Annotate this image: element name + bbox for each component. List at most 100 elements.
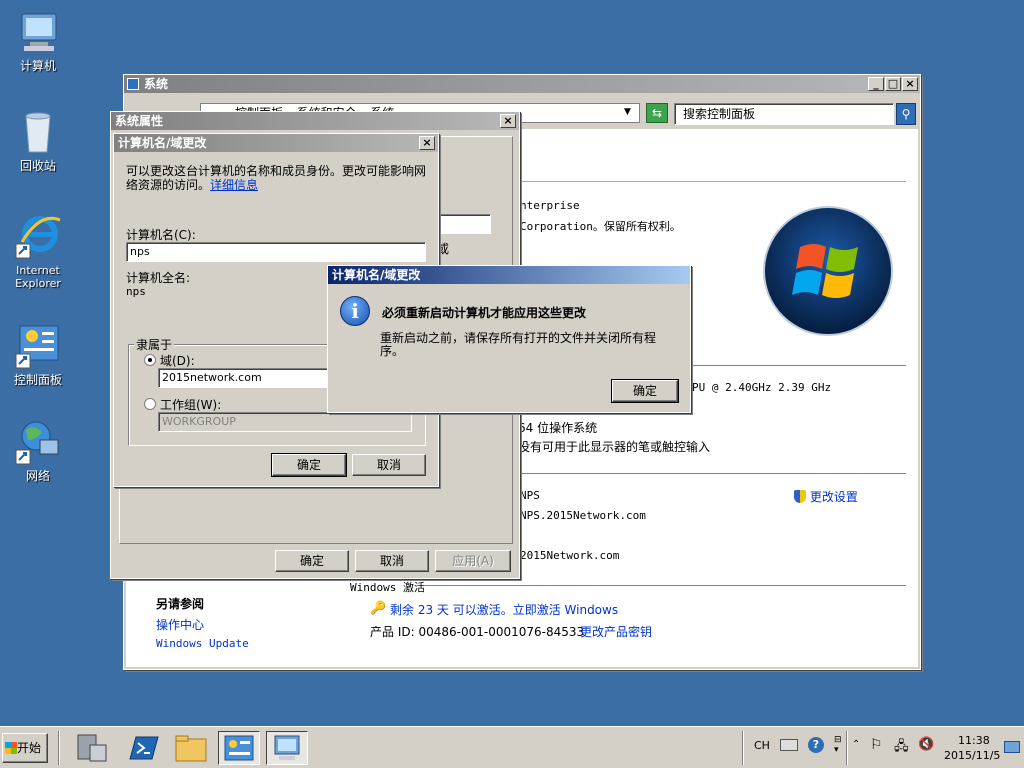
control-panel-icon: [14, 322, 62, 370]
computer-icon: [14, 8, 62, 56]
divider: [514, 473, 906, 475]
see-also-heading: 另请参阅: [156, 597, 205, 611]
domain-label: 域(D):: [160, 354, 195, 368]
show-desktop-icon[interactable]: [1004, 741, 1020, 753]
clock-date[interactable]: 2015/11/5: [944, 749, 1000, 762]
more-info-link[interactable]: 详细信息: [210, 178, 258, 192]
domain-radio[interactable]: [144, 354, 156, 366]
key-icon: 🔑: [370, 601, 387, 616]
processor-text: PU @ 2.40GHz 2.39 GHz: [692, 381, 832, 394]
desktop-icon-label: 计算机: [19, 59, 56, 73]
file-explorer-icon[interactable]: [170, 731, 212, 765]
system-type: 64 位操作系统: [518, 421, 598, 435]
dropdown-arrow-icon[interactable]: ▼: [624, 107, 631, 117]
workgroup-label: 工作组(W):: [160, 398, 222, 412]
desktop-icon-computer[interactable]: 计算机: [0, 8, 76, 73]
recycle-bin-icon: [14, 108, 62, 156]
maximize-button[interactable]: □: [885, 77, 901, 91]
dialog-title: 系统属性: [115, 114, 164, 128]
copyright-text: Corporation。保留所有权利。: [520, 220, 681, 233]
member-of-label: 隶属于: [134, 336, 175, 353]
window-icon: [127, 78, 139, 90]
show-hidden-icons[interactable]: ⌃: [852, 739, 860, 750]
activation-link[interactable]: 剩余 23 天 可以激活。立即激活 Windows: [390, 601, 618, 618]
powershell-icon[interactable]: [122, 731, 164, 765]
cancel-button[interactable]: 取消: [352, 454, 426, 476]
desktop-icon-recycle-bin[interactable]: 回收站: [0, 108, 76, 173]
refresh-icon[interactable]: ⇆: [646, 103, 668, 123]
desktop-icon-network[interactable]: 网络: [0, 418, 76, 483]
search-placeholder: 搜索控制面板: [683, 107, 756, 121]
dialog-titlebar[interactable]: 系统属性 ×: [111, 112, 519, 130]
options-icon[interactable]: ⊟ ▾: [834, 735, 842, 755]
shield-icon: [794, 490, 806, 503]
rename-description: 可以更改这台计算机的名称和成员身份。更改可能影响网络资源的访问。详细信息: [126, 164, 432, 192]
change-key-link[interactable]: 更改产品密钥: [580, 623, 652, 640]
computer-name-input[interactable]: nps: [126, 242, 426, 262]
divider: [424, 585, 906, 587]
restart-message-box: 计算机名/域更改 i 必须重新启动计算机才能应用这些更改 重新启动之前，请保存所…: [327, 265, 691, 413]
control-panel-taskbar-icon[interactable]: [218, 731, 260, 765]
dialog-title: 计算机名/域更改: [118, 136, 207, 150]
windows-update-link[interactable]: Windows Update: [156, 637, 249, 650]
ok-button[interactable]: 确定: [275, 550, 349, 572]
server-manager-icon[interactable]: [70, 731, 112, 765]
separator: [58, 731, 60, 765]
computer-name-label: 计算机名(C):: [126, 228, 196, 242]
message-body: 重新启动之前，请保存所有打开的文件并关闭所有程序。: [380, 331, 657, 358]
desktop-icon-label: 控制面板: [13, 373, 62, 387]
computer-name-value: NPS: [520, 489, 540, 502]
network-tray-icon[interactable]: 🖧: [894, 737, 909, 759]
change-settings-label: 更改设置: [809, 490, 858, 504]
action-center-link[interactable]: 操作中心: [156, 616, 204, 633]
description-text: 可以更改这台计算机的名称和成员身份。更改可能影响网络资源的访问。: [126, 164, 427, 192]
start-button[interactable]: 开始: [2, 733, 48, 763]
ok-button[interactable]: 确定: [611, 379, 679, 403]
network-icon: [14, 418, 62, 466]
desktop-icon-control-panel[interactable]: 控制面板: [0, 322, 76, 387]
system-taskbar-icon[interactable]: [266, 731, 308, 765]
close-button[interactable]: ×: [500, 114, 516, 128]
cancel-button[interactable]: 取消: [355, 550, 429, 572]
desktop-icon-label: 网络: [25, 469, 50, 483]
background-field: [431, 214, 491, 234]
system-window-titlebar[interactable]: 系统 _ □ ×: [124, 75, 920, 93]
action-center-flag-icon[interactable]: ⚐: [870, 737, 883, 753]
search-icon[interactable]: ⚲: [896, 103, 916, 125]
workgroup-input[interactable]: WORKGROUP: [158, 412, 412, 432]
workgroup-radio[interactable]: [144, 398, 156, 410]
windows-logo: [762, 205, 894, 337]
product-id: 产品 ID: 00486-001-0001076-84533: [370, 625, 585, 639]
windows-flag-icon: [5, 742, 17, 754]
search-input[interactable]: 搜索控制面板: [674, 103, 894, 125]
message-heading: 必须重新启动计算机才能应用这些更改: [382, 306, 587, 320]
full-name-value: nps: [126, 285, 146, 298]
message-title: 计算机名/域更改: [332, 268, 421, 282]
message-titlebar[interactable]: 计算机名/域更改: [328, 266, 690, 284]
language-indicator[interactable]: CH: [754, 739, 770, 752]
close-button[interactable]: ×: [902, 77, 918, 91]
full-name-label: 计算机全名:: [126, 271, 191, 285]
domain-value: 2015Network.com: [520, 549, 620, 562]
edition-text: nterprise: [520, 199, 580, 212]
apply-button[interactable]: 应用(A): [435, 550, 511, 572]
info-icon: i: [340, 296, 370, 326]
minimize-button[interactable]: _: [868, 77, 884, 91]
clock-time[interactable]: 11:38: [958, 734, 990, 747]
volume-muted-icon[interactable]: 🔇: [918, 737, 934, 752]
desktop-icon-label: 回收站: [19, 159, 56, 173]
desktop-icon-internet-explorer[interactable]: Internet Explorer: [0, 212, 76, 290]
keyboard-icon[interactable]: [780, 739, 798, 751]
divider: [514, 181, 906, 183]
activation-header: Windows 激活: [350, 581, 425, 594]
full-name-value: NPS.2015Network.com: [520, 509, 646, 522]
internet-explorer-icon: [14, 212, 62, 260]
change-settings-link[interactable]: 更改设置: [794, 488, 858, 505]
ok-button[interactable]: 确定: [271, 453, 347, 477]
pen-touch: 没有可用于此显示器的笔或触控输入: [518, 440, 711, 454]
close-button[interactable]: ×: [419, 136, 435, 150]
taskbar: 开始 CH ? ⊟ ▾ ⌃ ⚐ 🖧 🔇 11:38 2015/11/5: [0, 726, 1024, 768]
help-icon[interactable]: ?: [808, 737, 824, 753]
dialog-titlebar[interactable]: 计算机名/域更改 ×: [114, 134, 438, 152]
separator: [742, 731, 744, 765]
